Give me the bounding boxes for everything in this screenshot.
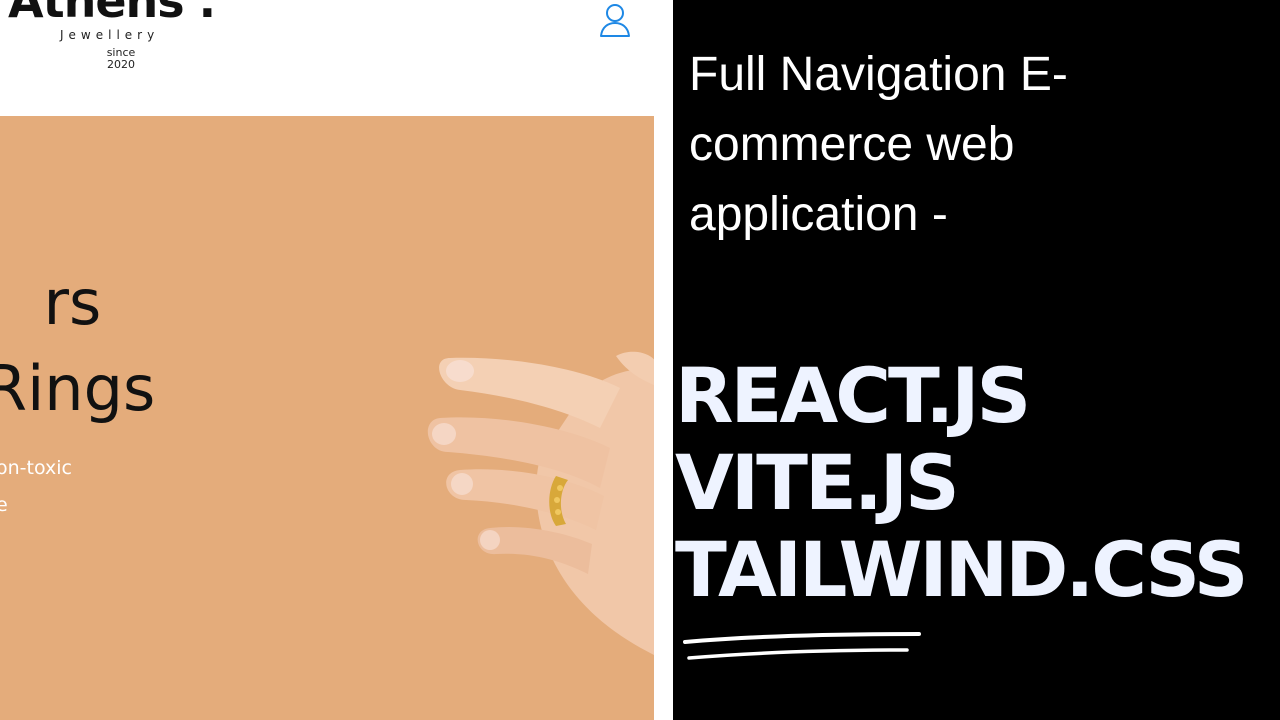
hand-with-ring-image xyxy=(427,351,654,655)
user-account-button[interactable] xyxy=(596,1,634,39)
hero-description-line-2: e xyxy=(0,494,8,516)
tech-stack-list: REACT.JS VITE.JS TAILWIND.CSS xyxy=(675,351,1248,614)
website-preview: Athens . Jewellery since 2020 rs Rings o… xyxy=(0,0,673,720)
hero-gutter xyxy=(654,116,673,720)
logo-subtitle: Jewellery xyxy=(60,28,160,42)
hero-title-line-2: Rings xyxy=(0,352,156,425)
tech-tailwind: TAILWIND.CSS xyxy=(675,525,1248,614)
hero-title: rs Rings xyxy=(0,260,163,432)
user-outline-icon xyxy=(600,4,630,37)
tech-vite: VITE.JS xyxy=(675,438,960,527)
hero-title-line-1: rs xyxy=(43,266,102,339)
brush-underline xyxy=(683,632,921,660)
logo-wordmark: Athens . xyxy=(8,0,216,28)
hero-banner: rs Rings on-toxic e xyxy=(0,116,654,720)
logo-since: since 2020 xyxy=(106,46,136,71)
tech-react: REACT.JS xyxy=(675,351,1031,440)
promo-subtitle: Full Navigation E-commerce web applicati… xyxy=(689,48,1068,241)
brand-logo[interactable]: Athens . Jewellery since 2020 xyxy=(0,0,240,80)
promo-panel: Full Navigation E-commerce web applicati… xyxy=(673,0,1280,720)
site-header: Athens . Jewellery since 2020 xyxy=(0,0,673,116)
hero-description: on-toxic e xyxy=(0,450,72,524)
hero-description-line-1: on-toxic xyxy=(0,457,72,479)
